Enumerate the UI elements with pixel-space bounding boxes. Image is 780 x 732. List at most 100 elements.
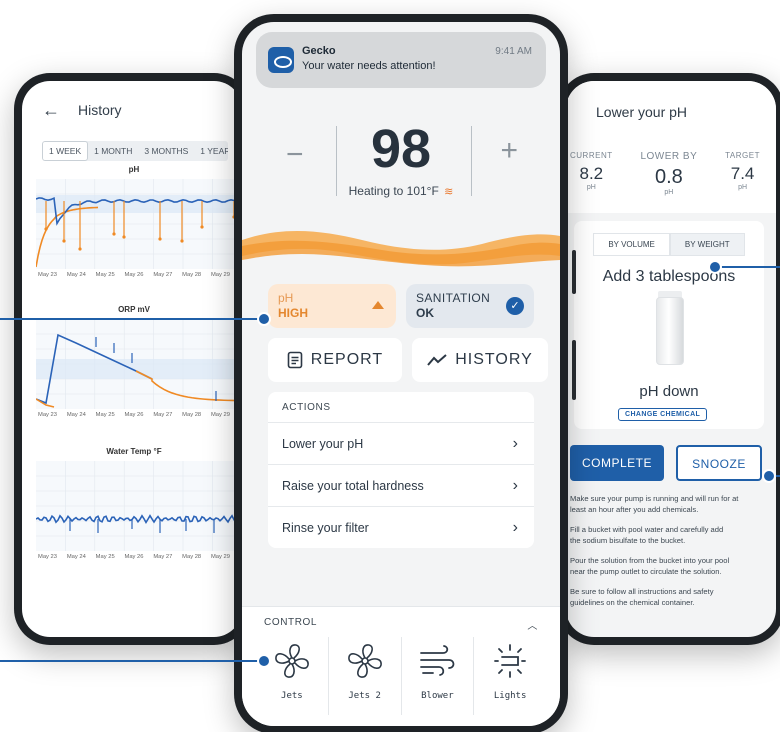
notification-message: Your water needs attention! [302, 60, 436, 72]
history-phone: ← History 1 WEEK 1 MONTH 3 MONTHS 1 YEAR… [14, 73, 250, 645]
control-label: Jets 2 [348, 691, 381, 701]
temperature-control: − 98 + Heating to 101°F ≋ [242, 110, 560, 220]
increase-temp-button[interactable]: + [500, 134, 518, 168]
x-label: May 26 [124, 412, 144, 418]
control-label: Lights [493, 691, 527, 701]
x-label: May 24 [66, 412, 86, 418]
report-button[interactable]: REPORT [268, 338, 402, 382]
ph-spike-point [122, 235, 126, 239]
dose-instruction: Add 3 tablespoons [602, 268, 736, 285]
sanitation-chip-value: OK [416, 306, 434, 320]
ph-status-chip[interactable]: pH HIGH [268, 284, 396, 328]
chevron-right-icon: › [512, 434, 518, 452]
chevron-up-icon[interactable]: ︿ [527, 617, 538, 637]
ph-chart-plot [36, 179, 242, 269]
sanitation-chip-label: SANITATION [416, 291, 491, 305]
tab-by-volume[interactable]: BY VOLUME [593, 233, 670, 256]
sanitation-status-chip[interactable]: SANITATION OK ✓ [406, 284, 534, 328]
control-jets-2[interactable]: Jets 2 [329, 637, 402, 715]
action-item-rinse-filter[interactable]: Rinse your filter › [268, 506, 534, 548]
change-chemical-button[interactable]: CHANGE CHEMICAL [618, 408, 708, 421]
control-lights[interactable]: Lights [474, 637, 546, 715]
x-label: May 29 [210, 554, 230, 560]
control-blower[interactable]: Blower [402, 637, 475, 715]
range-tab-1-month[interactable]: 1 MONTH [88, 141, 138, 161]
action-item-raise-hardness[interactable]: Raise your total hardness › [268, 464, 534, 506]
chevron-right-icon: › [512, 518, 518, 536]
history-button[interactable]: HISTORY [412, 338, 548, 382]
history-header: ← History [22, 81, 242, 139]
back-arrow-icon[interactable]: ← [42, 100, 60, 121]
phone-side-button [572, 340, 576, 400]
tab-by-weight[interactable]: BY WEIGHT [669, 233, 745, 256]
temp-chart-title: Water Temp °F [106, 447, 162, 456]
control-label: Blower [421, 691, 454, 701]
action-item-lower-ph[interactable]: Lower your pH › [268, 422, 534, 464]
ph-chart-title: pH [128, 165, 140, 174]
x-label: May 23 [38, 272, 58, 278]
lower-ph-title: Lower your pH [566, 81, 776, 143]
complete-button[interactable]: COMPLETE [570, 445, 664, 481]
heat-icon: ≋ [444, 186, 454, 198]
warning-triangle-icon [372, 301, 384, 309]
lower-by-stat: LOWER BY 0.8 pH [640, 151, 697, 213]
action-label: Raise your total hardness [282, 478, 424, 493]
dose-card: BY VOLUME BY WEIGHT Add 3 tablespoons pH… [574, 221, 764, 429]
main-screen: Gecko Your water needs attention! 9:41 A… [242, 22, 560, 726]
instruction-line: least an hour after you add chemicals. [570, 505, 699, 514]
lower-by-label: LOWER BY [640, 151, 698, 162]
callout-dot [708, 260, 722, 274]
x-label: May 29 [210, 412, 230, 418]
x-label: May 28 [182, 412, 202, 418]
target-band [36, 359, 242, 379]
current-label: CURRENT [570, 151, 613, 160]
notification-app-name: Gecko [302, 45, 336, 57]
ph-chart: pH May 23 May 24 May 25 May 26 May 27 Ma… [36, 161, 242, 281]
light-icon [494, 644, 527, 678]
instruction-step: Pour the solution from the bucket into y… [570, 555, 768, 577]
range-tab-1-week[interactable]: 1 WEEK [42, 141, 89, 161]
callout-line [0, 318, 264, 320]
heating-status-text: Heating to 101°F [348, 184, 439, 198]
x-label: May 23 [38, 412, 58, 418]
instruction-step: Make sure your pump is running and will … [570, 493, 768, 515]
status-chips: pH HIGH SANITATION OK ✓ [268, 284, 534, 328]
x-label: May 26 [124, 554, 144, 560]
control-header: CONTROL ︿ [242, 607, 560, 637]
orp-chart-plot [36, 319, 242, 409]
x-label: May 23 [38, 554, 58, 560]
instruction-step: Fill a bucket with pool water and carefu… [570, 524, 768, 546]
chevron-right-icon: › [512, 476, 518, 494]
callout-dot [257, 654, 271, 668]
actions-list: ACTIONS Lower your pH › Raise your total… [268, 392, 534, 548]
lower-ph-screen: Lower your pH CURRENT 8.2 pH LOWER BY 0.… [566, 81, 776, 637]
gecko-logo-icon [268, 47, 294, 73]
control-items: Jets Jets 2 Blower Lights [242, 637, 560, 715]
range-tab-1-year[interactable]: 1 YEAR [194, 141, 228, 161]
x-label: May 24 [66, 272, 86, 278]
current-unit: pH [586, 184, 596, 191]
phone-side-button [572, 250, 576, 294]
ph-chart-x-labels: May 23 May 24 May 25 May 26 May 27 May 2… [36, 269, 232, 281]
control-title: CONTROL [264, 617, 318, 628]
document-icon [287, 351, 303, 369]
ph-stats: CURRENT 8.2 pH LOWER BY 0.8 pH TARGET 7.… [566, 143, 776, 213]
notification-banner[interactable]: Gecko Your water needs attention! 9:41 A… [256, 32, 546, 88]
trend-line-icon [427, 354, 447, 366]
control-panel: CONTROL ︿ Jets Jets 2 Blower Lights [242, 606, 560, 726]
control-jets[interactable]: Jets [256, 637, 329, 715]
snooze-button[interactable]: SNOOZE [676, 445, 762, 481]
x-label: May 26 [124, 272, 144, 278]
chemical-bottle-image [656, 297, 684, 365]
actions-header: ACTIONS [282, 402, 331, 413]
lower-ph-phone: Lower your pH CURRENT 8.2 pH LOWER BY 0.… [558, 73, 780, 645]
x-label: May 28 [182, 272, 202, 278]
instruction-line: near the pump outlet to circulate the so… [570, 567, 722, 576]
ph-spike-point [112, 232, 116, 236]
current-stat: CURRENT 8.2 pH [570, 151, 613, 213]
temp-chart-x-labels: May 23 May 24 May 25 May 26 May 27 May 2… [36, 551, 232, 563]
range-tab-3-months[interactable]: 3 MONTHS [138, 141, 194, 161]
ph-chip-label: pH [278, 291, 294, 305]
x-label: May 25 [95, 554, 115, 560]
ph-chip-value: HIGH [278, 306, 308, 320]
